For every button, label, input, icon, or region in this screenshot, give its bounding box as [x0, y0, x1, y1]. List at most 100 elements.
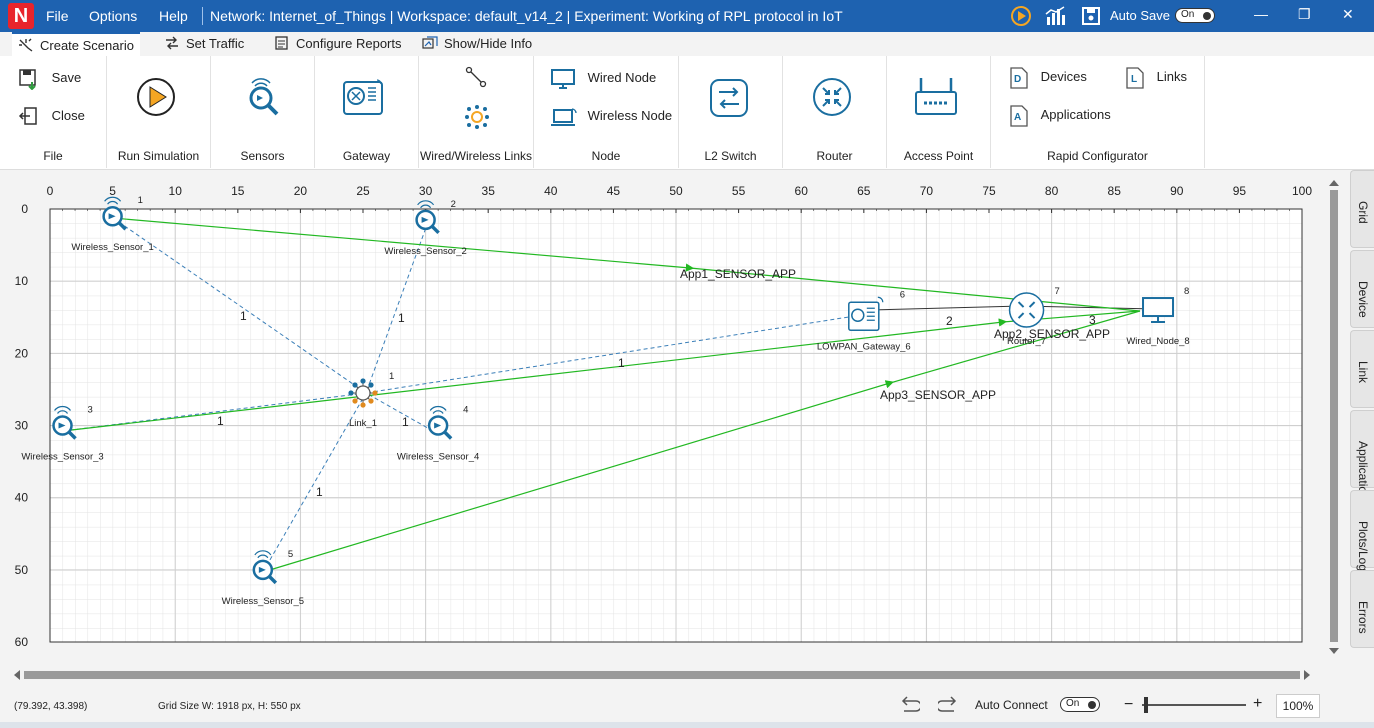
device-id-label: 1	[389, 371, 394, 382]
menu-help[interactable]: Help	[159, 8, 188, 24]
y-tick-label: 50	[15, 563, 29, 577]
router-icon	[1008, 292, 1045, 328]
zoom-slider-handle[interactable]	[1144, 697, 1148, 713]
minimize-button[interactable]: —	[1254, 6, 1268, 22]
right-dock: Grid Device Link Application Plots/Logs …	[1350, 170, 1374, 650]
link-hub-dot	[360, 378, 366, 384]
run-simulation-icon[interactable]	[135, 76, 177, 118]
zoom-level[interactable]: 100%	[1276, 694, 1320, 718]
tab-create-scenario[interactable]: Create Scenario	[12, 32, 140, 56]
taskbar-strip	[0, 722, 1374, 728]
scroll-right-arrow[interactable]	[1304, 670, 1310, 680]
device-id-label: 4	[463, 405, 468, 416]
menu-options[interactable]: Options	[89, 8, 137, 24]
dock-tab-plots-logs[interactable]: Plots/Logs	[1350, 490, 1374, 577]
x-tick-label: 90	[1170, 184, 1184, 198]
menu-file[interactable]: File	[46, 8, 69, 24]
wireless-node-button[interactable]: Wireless Node	[550, 106, 672, 128]
grid-size-info: Grid Size W: 1918 px, H: 550 px	[158, 701, 301, 712]
l2-switch-icon[interactable]	[709, 78, 749, 118]
scroll-down-arrow[interactable]	[1329, 648, 1339, 654]
devices-label: Devices	[1040, 69, 1087, 85]
y-axis: 0 10 20 30 40 50 60	[15, 202, 29, 649]
network-canvas[interactable]: 0 5 10 15 20 25 30 35 40 45 50 55 60 65 70 75 80 85 90 95 10…	[0, 172, 1346, 678]
dock-tab-device-label: Device	[1356, 281, 1370, 318]
group-run-simulation: Run Simulation	[107, 56, 211, 168]
link-label: 1	[398, 311, 405, 325]
gateway-icon[interactable]	[341, 76, 385, 118]
tab-show-hide-info[interactable]: Show/Hide Info	[416, 32, 540, 56]
router-icon[interactable]	[811, 76, 853, 118]
link-label: 1	[240, 309, 247, 323]
tab-configure-reports[interactable]: Configure Reports	[268, 32, 408, 56]
save-label: Save	[51, 70, 82, 86]
wired-node-button[interactable]: Wired Node	[550, 68, 656, 90]
zoom-slider-track[interactable]	[1142, 704, 1246, 706]
access-point-icon[interactable]	[913, 74, 959, 120]
x-tick-label: 40	[544, 184, 558, 198]
save-icon	[19, 69, 36, 91]
dock-tab-errors[interactable]: Errors	[1350, 570, 1374, 648]
close-label: Close	[51, 108, 85, 124]
metrics-icon[interactable]	[1044, 5, 1066, 27]
traffic-icon	[166, 36, 178, 50]
device-id-label: 2	[451, 199, 456, 210]
save-button[interactable]: Save	[18, 68, 82, 91]
device-id-label: 5	[288, 549, 293, 560]
sensor-icon[interactable]	[243, 78, 283, 118]
link-label: 2	[946, 314, 953, 328]
group-sensors: Sensors	[211, 56, 315, 168]
auto-save-toggle[interactable]: On	[1175, 8, 1215, 23]
x-tick-label: 75	[982, 184, 996, 198]
ribbon-tabs: Create Scenario Set Traffic Configure Re…	[0, 32, 1374, 56]
sensor-icon-waves	[417, 200, 435, 209]
save-disk-icon[interactable]	[1080, 5, 1102, 27]
app3-label[interactable]: App3_SENSOR_APP	[880, 388, 996, 402]
link-hub-dot	[368, 382, 374, 388]
horizontal-scroll-thumb[interactable]	[24, 671, 1300, 679]
zoom-in-button[interactable]: +	[1253, 695, 1262, 713]
applications-button[interactable]: A Applications	[1009, 104, 1111, 128]
link-label: 1	[316, 485, 323, 499]
dock-tab-application[interactable]: Application	[1350, 410, 1374, 500]
y-tick-label: 20	[15, 346, 29, 360]
create-scenario-icon	[19, 38, 33, 52]
x-tick-label: 100	[1292, 184, 1312, 198]
x-tick-label: 45	[607, 184, 621, 198]
dock-tab-grid[interactable]: Grid	[1350, 170, 1374, 248]
dock-tab-device[interactable]: Device	[1350, 250, 1374, 328]
close-window-button[interactable]: ✕	[1342, 6, 1354, 23]
devices-button[interactable]: D Devices	[1009, 66, 1087, 90]
group-node: Wired Node Wireless Node Node	[534, 56, 679, 168]
vertical-scrollbar[interactable]	[1326, 178, 1342, 656]
links-doc-icon: L	[1126, 67, 1144, 89]
close-button[interactable]: Close	[18, 106, 85, 128]
horizontal-scrollbar[interactable]	[12, 667, 1312, 683]
x-tick-label: 60	[795, 184, 809, 198]
links-button[interactable]: L Links	[1125, 66, 1187, 90]
reports-icon	[275, 36, 288, 50]
scroll-left-arrow[interactable]	[14, 670, 20, 680]
run-icon[interactable]	[1010, 5, 1032, 27]
redo-icon[interactable]	[938, 696, 960, 716]
app1-label[interactable]: App1_SENSOR_APP	[680, 267, 796, 281]
wired-node-icon	[551, 69, 575, 89]
scroll-up-arrow[interactable]	[1329, 180, 1339, 186]
device-name-label: Wireless_Sensor_1	[71, 242, 153, 253]
device-name-label: Wired_Node_8	[1126, 336, 1189, 347]
undo-icon[interactable]	[898, 696, 920, 716]
link-hub-dot	[348, 390, 354, 396]
dock-tab-link[interactable]: Link	[1350, 330, 1374, 408]
wired-link-icon[interactable]	[465, 66, 487, 88]
device-id-label: 3	[88, 405, 93, 416]
maximize-button[interactable]: ❐	[1298, 6, 1311, 23]
auto-connect-toggle[interactable]: On	[1060, 697, 1100, 712]
zoom-out-button[interactable]: −	[1124, 696, 1133, 714]
svg-text:A: A	[1014, 112, 1021, 123]
auto-save-label: Auto Save	[1110, 8, 1170, 23]
wireless-link-icon[interactable]	[464, 104, 490, 130]
tab-set-traffic[interactable]: Set Traffic	[158, 32, 258, 56]
x-tick-label: 30	[419, 184, 433, 198]
y-tick-label: 60	[15, 635, 29, 649]
vertical-scroll-thumb[interactable]	[1330, 190, 1338, 642]
